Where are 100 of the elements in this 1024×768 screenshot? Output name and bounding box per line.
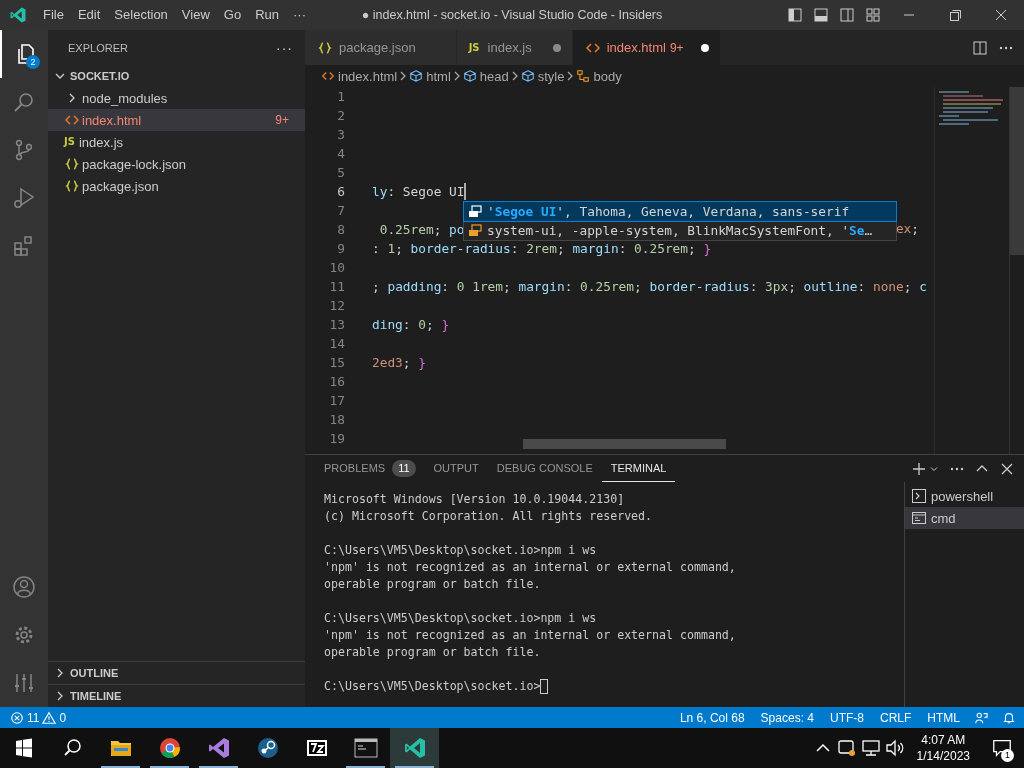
- file-tree-item[interactable]: node_modules: [48, 87, 305, 109]
- terminal-list-item[interactable]: cmd: [905, 507, 1024, 529]
- breadcrumb-item[interactable]: index.html: [321, 68, 398, 84]
- more-actions-button[interactable]: ···: [276, 39, 293, 56]
- terminal-line: operable program or batch file.: [324, 576, 541, 593]
- breadcrumb-item[interactable]: head: [462, 68, 509, 84]
- status-bar-item[interactable]: CRLF: [880, 710, 912, 725]
- scrollbar-thumb[interactable]: [1010, 87, 1024, 255]
- panel-tab[interactable]: PROBLEMS 11: [315, 455, 425, 482]
- line-number: 15: [328, 355, 346, 370]
- terminal-line: 'npm' is not recognized as an internal or external command,: [324, 559, 736, 576]
- html-file-icon: [321, 69, 335, 83]
- menu-item[interactable]: File: [36, 0, 71, 30]
- line-number: 12: [328, 298, 346, 313]
- js-file-icon: JS: [468, 39, 480, 56]
- menu-item[interactable]: Selection: [107, 0, 175, 30]
- line-number: 11: [328, 279, 346, 294]
- breadcrumb-item[interactable]: html: [409, 68, 451, 84]
- bell-icon[interactable]: [1002, 710, 1016, 725]
- terminal-line: C:\Users\VM5\Desktop\socket.io>npm i ws: [324, 610, 597, 627]
- code-line: ex;: [895, 221, 920, 236]
- notification-count-badge: 1: [1001, 749, 1014, 762]
- toggle-panel-icon[interactable]: [813, 7, 829, 23]
- split-editor-icon[interactable]: [972, 39, 988, 56]
- line-number: 9: [336, 241, 346, 256]
- panel-tab[interactable]: TERMINAL: [601, 455, 676, 482]
- sliders-icon: [12, 671, 36, 695]
- browser-icon: [157, 736, 182, 760]
- code-editor-logo-icon: [402, 736, 427, 760]
- feedback-icon[interactable]: [974, 710, 988, 725]
- line-number: 18: [328, 412, 346, 427]
- line-number: 4: [336, 146, 346, 161]
- terminal-line: operable program or batch file.: [324, 644, 541, 661]
- file-tree-item[interactable]: package-lock.json: [48, 153, 305, 175]
- menu-item[interactable]: Go: [216, 0, 249, 30]
- toggle-secondary-sidebar-icon[interactable]: [839, 7, 855, 23]
- code-line: 2ed3; }: [372, 355, 426, 370]
- menu-item[interactable]: Run: [248, 0, 286, 30]
- json-file-icon: [64, 156, 80, 172]
- panel-tab[interactable]: DEBUG CONSOLE: [487, 455, 602, 482]
- status-bar-item[interactable]: HTML: [927, 710, 960, 725]
- line-number: 19: [328, 431, 346, 446]
- terminal-line: (c) Microsoft Corporation. All rights reserved.: [324, 508, 653, 525]
- json-file-icon: [64, 178, 80, 194]
- terminal-line: 'npm' is not recognized as an internal or external command,: [324, 627, 736, 644]
- toggle-sidebar-icon[interactable]: [787, 7, 803, 23]
- file-tree-item[interactable]: package.json: [48, 175, 305, 197]
- error-icon: [10, 710, 24, 725]
- code-line: : 1; border-radius: 2rem; margin: 0.25rem; }: [372, 241, 712, 256]
- editor-tab[interactable]: JS index.js: [456, 30, 573, 65]
- terminal-cursor: [540, 679, 549, 694]
- terminal-icon: [911, 488, 927, 504]
- editor-tab[interactable]: index.html 9+: [572, 30, 721, 65]
- suggestion-item[interactable]: system-ui, -apple-system, BlinkMacSystemFont, 'Se…: [464, 221, 896, 240]
- app-logo-icon[interactable]: [9, 6, 27, 24]
- terminal-list-item[interactable]: powershell: [905, 485, 1024, 507]
- status-bar-item[interactable]: Spaces: 4: [760, 710, 814, 725]
- cube-icon: [520, 69, 535, 83]
- clock[interactable]: 4:07 AM 1/14/2023: [906, 732, 980, 764]
- text-cursor: [464, 183, 467, 200]
- window-title: ● index.html - socket.io - Visual Studio Code - Insiders: [361, 8, 663, 22]
- folder-header[interactable]: SOCKET.IO: [48, 65, 305, 87]
- js-file-icon: JS: [64, 134, 75, 150]
- code-line: ; padding: 0 1rem; margin: 0.25rem; border-radius: 3px; outline: none; c: [372, 279, 927, 294]
- notification-center-button[interactable]: 1: [980, 728, 1024, 768]
- terminal-line: C:\Users\VM5\Desktop\socket.io>: [324, 678, 541, 695]
- cube-icon: [462, 69, 477, 83]
- menu-item[interactable]: Edit: [70, 0, 108, 30]
- status-bar-item[interactable]: Ln 6, Col 68: [679, 710, 745, 725]
- status-bar-item[interactable]: UTF-8: [830, 710, 864, 725]
- horizontal-scrollbar[interactable]: [523, 439, 726, 449]
- terminal-line: C:\Users\VM5\Desktop\socket.io>npm i ws: [324, 542, 597, 559]
- infinity-logo-icon: [206, 736, 231, 760]
- editor-tab[interactable]: package.json: [305, 30, 457, 65]
- command-prompt-icon: [353, 736, 378, 760]
- line-number: 2: [336, 108, 346, 123]
- new-terminal-icon[interactable]: [911, 460, 927, 477]
- value-icon: [467, 203, 483, 220]
- search-icon: [12, 90, 36, 114]
- sidebar-section-header[interactable]: OUTLINE: [48, 661, 305, 684]
- layout-icon[interactable]: [865, 7, 881, 23]
- code-line: ly: Segoe UI: [372, 184, 465, 199]
- problems-status[interactable]: 11 0: [10, 710, 67, 725]
- steam-icon: [255, 736, 280, 760]
- line-number: 8: [336, 222, 346, 237]
- message-icon: [991, 737, 1013, 759]
- breadcrumb-item[interactable]: style: [520, 68, 565, 84]
- menu-item[interactable]: View: [174, 0, 217, 30]
- line-number: 14: [328, 336, 346, 351]
- file-tree-item[interactable]: JS index.js: [48, 131, 305, 153]
- suggestion-item[interactable]: 'Segoe UI', Tahoma, Geneva, Verdana, sans-serif: [464, 202, 896, 221]
- menu-item[interactable]: ···: [286, 0, 313, 30]
- value-icon: [467, 222, 483, 239]
- structure-icon: [576, 69, 591, 83]
- line-number: 13: [328, 317, 346, 332]
- breadcrumb-item[interactable]: body: [576, 68, 622, 84]
- code-line: ding: 0; }: [372, 317, 450, 332]
- file-tree-item[interactable]: index.html 9+: [48, 109, 305, 131]
- terminal-line: Microsoft Windows [Version 10.0.19044.2130]: [324, 491, 625, 508]
- panel-tab[interactable]: OUTPUT: [424, 455, 488, 482]
